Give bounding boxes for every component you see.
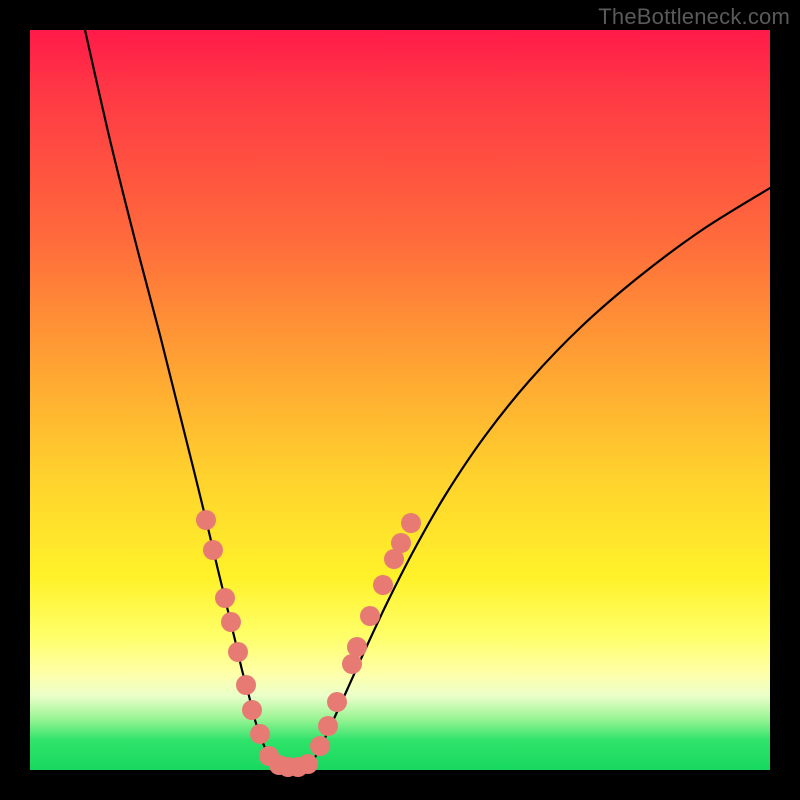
chart-frame: TheBottleneck.com [0, 0, 800, 800]
watermark-text: TheBottleneck.com [598, 4, 790, 30]
data-marker [298, 754, 318, 774]
data-marker [360, 606, 380, 626]
data-marker [196, 510, 216, 530]
data-marker [347, 637, 367, 657]
line-layer [85, 30, 770, 767]
data-marker [250, 724, 270, 744]
markers-layer [196, 510, 421, 777]
data-marker [310, 736, 330, 756]
data-marker [228, 642, 248, 662]
data-marker [215, 588, 235, 608]
plot-area [30, 30, 770, 770]
data-marker [221, 612, 241, 632]
data-marker [327, 692, 347, 712]
data-marker [391, 533, 411, 553]
data-marker [242, 700, 262, 720]
bottleneck-curve [85, 30, 770, 767]
data-marker [373, 575, 393, 595]
data-marker [203, 540, 223, 560]
data-marker [342, 654, 362, 674]
data-marker [401, 513, 421, 533]
data-marker [236, 675, 256, 695]
data-marker [318, 716, 338, 736]
chart-svg [30, 30, 770, 770]
